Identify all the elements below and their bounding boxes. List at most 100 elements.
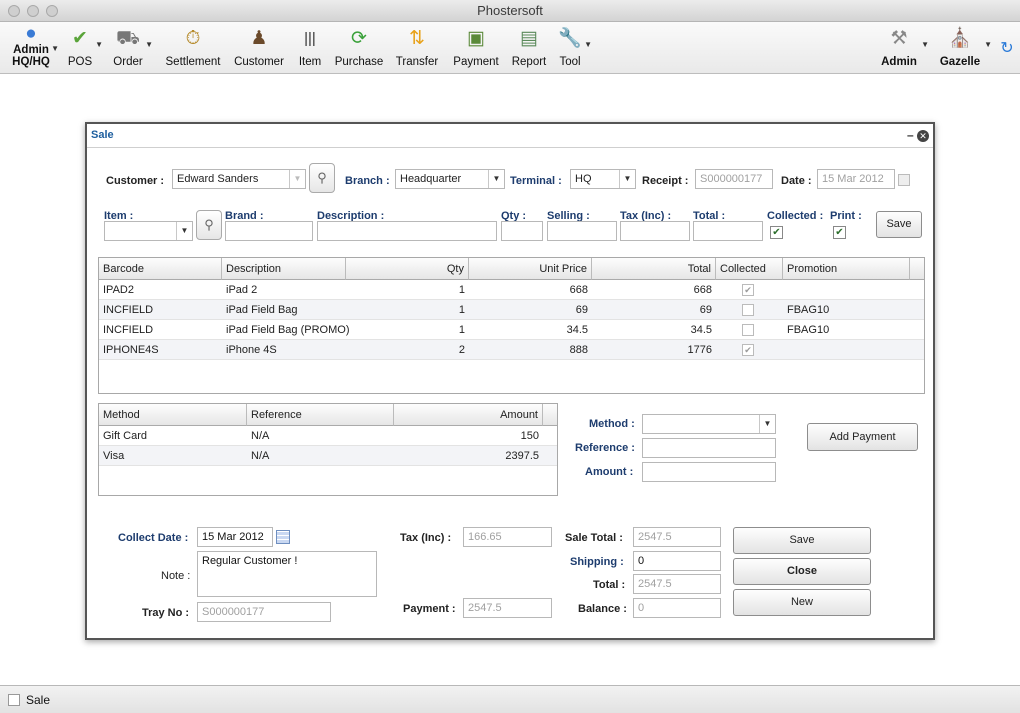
pos-icon: ✔ [72, 28, 88, 49]
collected-checkbox[interactable] [742, 304, 754, 316]
refresh-icon: ⟳ [351, 28, 367, 49]
barcode-cell: INCFIELD [103, 324, 154, 336]
terminal-select[interactable]: HQ ▼ [570, 169, 636, 189]
branch-select[interactable]: Headquarter ▼ [395, 169, 505, 189]
add-payment-button[interactable]: Add Payment [807, 423, 918, 451]
tray-no-label: Tray No : [142, 607, 190, 619]
chevron-down-icon[interactable]: ▼ [759, 415, 775, 433]
column-header[interactable]: Reference [247, 404, 394, 426]
toolbar-gazelle[interactable]: ⛪ Gazelle ▼ [937, 26, 992, 68]
zoom-window-button[interactable] [46, 5, 58, 17]
column-header[interactable]: Collected [716, 258, 783, 280]
search-icon: ⚲ [204, 217, 214, 232]
chevron-down-icon[interactable]: ▼ [176, 222, 192, 240]
reference-input[interactable] [642, 438, 776, 458]
table-row[interactable]: Visa N/A 2397.5 [99, 446, 557, 466]
toolbar-admin[interactable]: ⚒ Admin ▼ [878, 26, 929, 68]
close-button[interactable]: Close [733, 558, 871, 585]
toolbar-tool[interactable]: 🔧 Tool ▼ [557, 26, 592, 68]
calendar-icon[interactable] [898, 174, 910, 186]
minimize-window-button[interactable] [27, 5, 39, 17]
status-sale-tab[interactable]: Sale [26, 693, 50, 707]
toolbar-purchase[interactable]: ⟳ Purchase [334, 26, 384, 68]
calendar-icon[interactable] [276, 530, 290, 544]
table-row[interactable]: IPAD2 iPad 2 1 668 668 ✔ [99, 280, 924, 300]
column-header[interactable]: Qty [346, 258, 469, 280]
description-cell: iPad Field Bag (PROMO) [226, 324, 350, 336]
toolbar-transfer[interactable]: ⇅ Transfer [394, 26, 440, 68]
toolbar-settlement[interactable]: ⏱ Settlement [163, 26, 223, 68]
description-input[interactable] [317, 221, 497, 241]
store-icon: ⛪ [948, 28, 972, 49]
customer-field[interactable]: Edward Sanders ▼ [172, 169, 306, 189]
wrench-icon: 🔧 [558, 28, 582, 49]
minimize-icon[interactable]: – [907, 128, 914, 142]
qty-cell: 1 [458, 284, 465, 296]
toolbar-pos[interactable]: ✔ POS ▼ [66, 26, 103, 68]
selling-input[interactable] [547, 221, 617, 241]
toolbar-order[interactable]: ⛟ Order ▼ [112, 26, 153, 68]
column-header[interactable]: Barcode [99, 258, 222, 280]
table-row[interactable]: IPHONE4S iPhone 4S 2 888 1776 ✔ [99, 340, 924, 360]
window-controls[interactable] [8, 5, 58, 17]
qty-cell: 1 [458, 304, 465, 316]
sync-button[interactable]: ↻ [998, 36, 1016, 62]
collected-checkbox[interactable]: ✔ [742, 344, 754, 356]
terminal-label: Terminal : [510, 175, 562, 187]
balance-field: 0 [633, 598, 721, 618]
person-icon: ♟ [250, 28, 268, 49]
item-search-button[interactable]: ⚲ [196, 210, 222, 240]
table-row[interactable]: INCFIELD iPad Field Bag 1 69 69 FBAG10 [99, 300, 924, 320]
collected-checkbox[interactable]: ✔ [770, 226, 783, 239]
collect-date-field[interactable]: 15 Mar 2012 [197, 527, 273, 547]
tax-inc-input[interactable] [620, 221, 690, 241]
collected-checkbox[interactable]: ✔ [742, 284, 754, 296]
total-input[interactable] [693, 221, 763, 241]
column-header[interactable]: Unit Price [469, 258, 592, 280]
toolbar-label: Report [511, 56, 547, 68]
sale-window: Sale – ✕ Customer : Edward Sanders ▼ ⚲ B… [85, 122, 935, 640]
close-window-button[interactable] [8, 5, 20, 17]
qty-input[interactable] [501, 221, 543, 241]
toolbar-customer[interactable]: ♟ Customer [233, 26, 285, 68]
toolbar-item[interactable]: ||| Item [296, 26, 324, 68]
unit-price-cell: 34.5 [566, 324, 588, 336]
user-icon: ● [25, 23, 37, 44]
print-checkbox[interactable]: ✔ [833, 226, 846, 239]
entry-save-button[interactable]: Save [876, 211, 922, 238]
column-header[interactable]: Method [99, 404, 247, 426]
toolbar-label: POS [67, 56, 93, 68]
column-header[interactable]: Amount [394, 404, 543, 426]
table-row[interactable]: INCFIELD iPad Field Bag (PROMO) 1 34.5 3… [99, 320, 924, 340]
column-header[interactable]: Promotion [783, 258, 910, 280]
column-header[interactable]: Description [222, 258, 346, 280]
title-divider [87, 147, 933, 148]
item-select[interactable]: ▼ [104, 221, 193, 241]
table-row[interactable]: Gift Card N/A 150 [99, 426, 557, 446]
print-label: Print : [830, 210, 862, 222]
total-cell: 1776 [687, 344, 712, 356]
shipping-input[interactable]: 0 [633, 551, 721, 571]
save-button[interactable]: Save [733, 527, 871, 554]
chevron-down-icon[interactable]: ▼ [488, 170, 504, 188]
customer-search-button[interactable]: ⚲ [309, 163, 335, 193]
brand-input[interactable] [225, 221, 313, 241]
description-cell: iPad Field Bag [226, 304, 298, 316]
close-icon[interactable]: ✕ [917, 130, 929, 142]
new-button[interactable]: New [733, 589, 871, 616]
balance-label: Balance : [578, 603, 627, 615]
amount-input[interactable] [642, 462, 776, 482]
method-select[interactable]: ▼ [642, 414, 776, 434]
tax-inc-total-label: Tax (Inc) : [400, 532, 452, 544]
column-header[interactable]: Total [592, 258, 716, 280]
total-cell: 69 [699, 304, 712, 316]
toolbar-admin-hq[interactable]: ● Admin HQ/HQ ▼ [6, 23, 59, 68]
toolbar-label: Purchase [334, 56, 384, 68]
chevron-down-icon[interactable]: ▼ [289, 170, 305, 188]
chevron-down-icon[interactable]: ▼ [619, 170, 635, 188]
toolbar-report[interactable]: ▤ Report [510, 26, 548, 68]
collected-checkbox[interactable] [742, 324, 754, 336]
toolbar-label: Customer [234, 56, 284, 68]
note-textarea[interactable]: Regular Customer ! [197, 551, 377, 597]
toolbar-payment[interactable]: ▣ Payment [452, 26, 500, 68]
